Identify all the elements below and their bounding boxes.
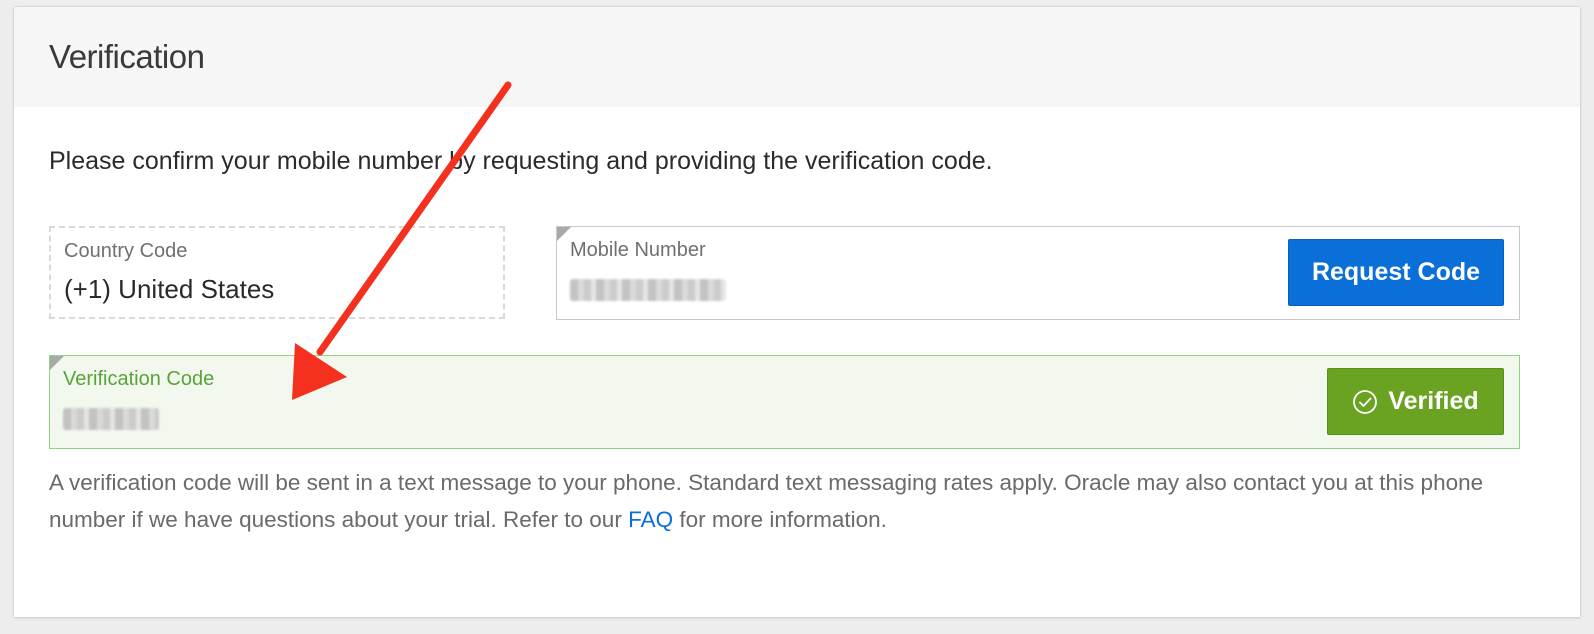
card-header: Verification <box>14 7 1580 107</box>
verification-code-label: Verification Code <box>63 368 215 390</box>
verified-button-label: Verified <box>1388 387 1479 415</box>
verified-button[interactable]: Verified <box>1327 368 1504 435</box>
country-code-value[interactable]: (+1) United States <box>64 274 274 305</box>
note-text-after: for more information. <box>673 507 887 532</box>
mobile-number-label: Mobile Number <box>570 239 706 261</box>
country-code-field[interactable]: Country Code (+1) United States <box>49 226 505 319</box>
verification-card: Verification Please confirm your mobile … <box>14 7 1580 617</box>
mobile-number-field: Mobile Number Request Code <box>556 226 1520 320</box>
request-code-button[interactable]: Request Code <box>1288 239 1504 306</box>
verification-code-input-redacted[interactable] <box>63 408 159 430</box>
check-circle-icon <box>1353 389 1378 414</box>
faq-link[interactable]: FAQ <box>628 507 673 532</box>
required-corner-marker <box>50 356 64 370</box>
mobile-number-input-redacted[interactable] <box>570 279 726 301</box>
country-code-label: Country Code <box>64 240 188 262</box>
page-title: Verification <box>49 38 205 75</box>
required-corner-marker <box>557 227 571 241</box>
verification-note: A verification code will be sent in a te… <box>49 464 1529 538</box>
verification-code-field: Verification Code Verified <box>49 355 1520 449</box>
instructions-text: Please confirm your mobile number by req… <box>49 147 993 175</box>
